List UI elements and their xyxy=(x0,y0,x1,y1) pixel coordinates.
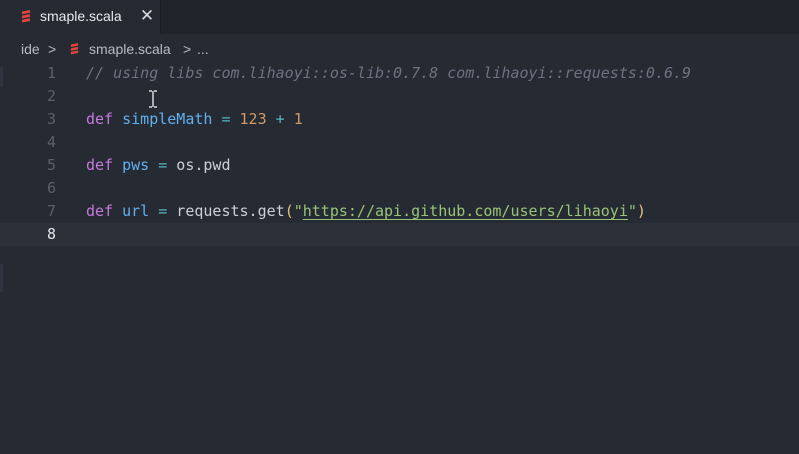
code-token: def xyxy=(86,110,114,128)
code-token: https://api.github.com/users/lihaoyi xyxy=(302,202,628,220)
line-number: 4 xyxy=(46,133,56,151)
code-token: ( xyxy=(284,202,294,220)
code-line[interactable]: 5 def pws = os.pwd xyxy=(0,154,799,177)
code-token: " xyxy=(293,202,303,220)
scrollbar-marker xyxy=(0,67,3,87)
code-token: url xyxy=(122,202,150,220)
line-number: 7 xyxy=(46,202,56,220)
code-token: 1 xyxy=(293,110,303,128)
tab-smaple-scala[interactable]: smaple.scala ✕ xyxy=(0,0,161,34)
tab-title: smaple.scala xyxy=(40,8,122,24)
chevron-right-icon: > xyxy=(183,41,192,57)
line-number: 3 xyxy=(46,110,56,128)
code-token: = xyxy=(158,202,168,220)
code-line[interactable]: 2 xyxy=(0,85,799,108)
code-line[interactable]: 3 def simpleMath = 123 + 1 xyxy=(0,108,799,131)
code-token: os.pwd xyxy=(167,156,231,174)
chevron-right-icon: > xyxy=(48,41,57,57)
code-token: = xyxy=(158,156,168,174)
line-number: 6 xyxy=(46,179,56,197)
code-line[interactable]: 4 xyxy=(0,131,799,154)
code-token: def xyxy=(86,202,114,220)
code-token: requests.get xyxy=(167,202,285,220)
code-line[interactable]: 1 // using libs com.lihaoyi::os-lib:0.7.8… xyxy=(0,62,799,85)
code-token: pws xyxy=(122,156,150,174)
close-icon[interactable]: ✕ xyxy=(139,7,155,25)
text-cursor-icon xyxy=(149,90,157,108)
code-token: = xyxy=(221,110,231,128)
breadcrumb: ide > smaple.scala > ... xyxy=(0,36,799,60)
code-text: def url = requests.get("https://api.gith… xyxy=(86,200,646,223)
code-token: ) xyxy=(636,202,646,220)
line-number: 2 xyxy=(46,87,56,105)
scala-icon xyxy=(22,10,30,23)
scala-icon xyxy=(70,43,79,55)
code-token: // using libs com.lihaoyi::os-lib:0.7.8 … xyxy=(86,64,692,82)
code-text: // using libs com.lihaoyi::os-lib:0.7.8 … xyxy=(86,62,691,85)
code-token: + xyxy=(275,110,285,128)
line-number: 5 xyxy=(46,156,56,174)
line-number: 1 xyxy=(46,64,56,82)
code-token: def xyxy=(86,156,114,174)
code-editor[interactable]: 1 // using libs com.lihaoyi::os-lib:0.7.8… xyxy=(0,61,799,454)
tab-bar: smaple.scala ✕ xyxy=(0,0,799,34)
code-token: 123 xyxy=(239,110,267,128)
scrollbar-marker xyxy=(0,264,3,292)
breadcrumb-file[interactable]: smaple.scala xyxy=(89,41,171,57)
code-text: def pws = os.pwd xyxy=(86,154,231,177)
breadcrumb-more[interactable]: ... xyxy=(197,41,209,57)
code-text: def simpleMath = 123 + 1 xyxy=(86,108,303,131)
line-number: 8 xyxy=(46,225,56,243)
editor-window: smaple.scala ✕ ide > smaple.scala > ... … xyxy=(0,0,799,454)
code-token: simpleMath xyxy=(122,110,213,128)
code-line[interactable]: 7 def url = requests.get("https://api.git… xyxy=(0,200,799,223)
code-token: " xyxy=(627,202,637,220)
code-line[interactable]: 6 xyxy=(0,177,799,200)
code-line[interactable]: 8 xyxy=(0,223,799,246)
breadcrumb-folder[interactable]: ide xyxy=(21,41,40,57)
